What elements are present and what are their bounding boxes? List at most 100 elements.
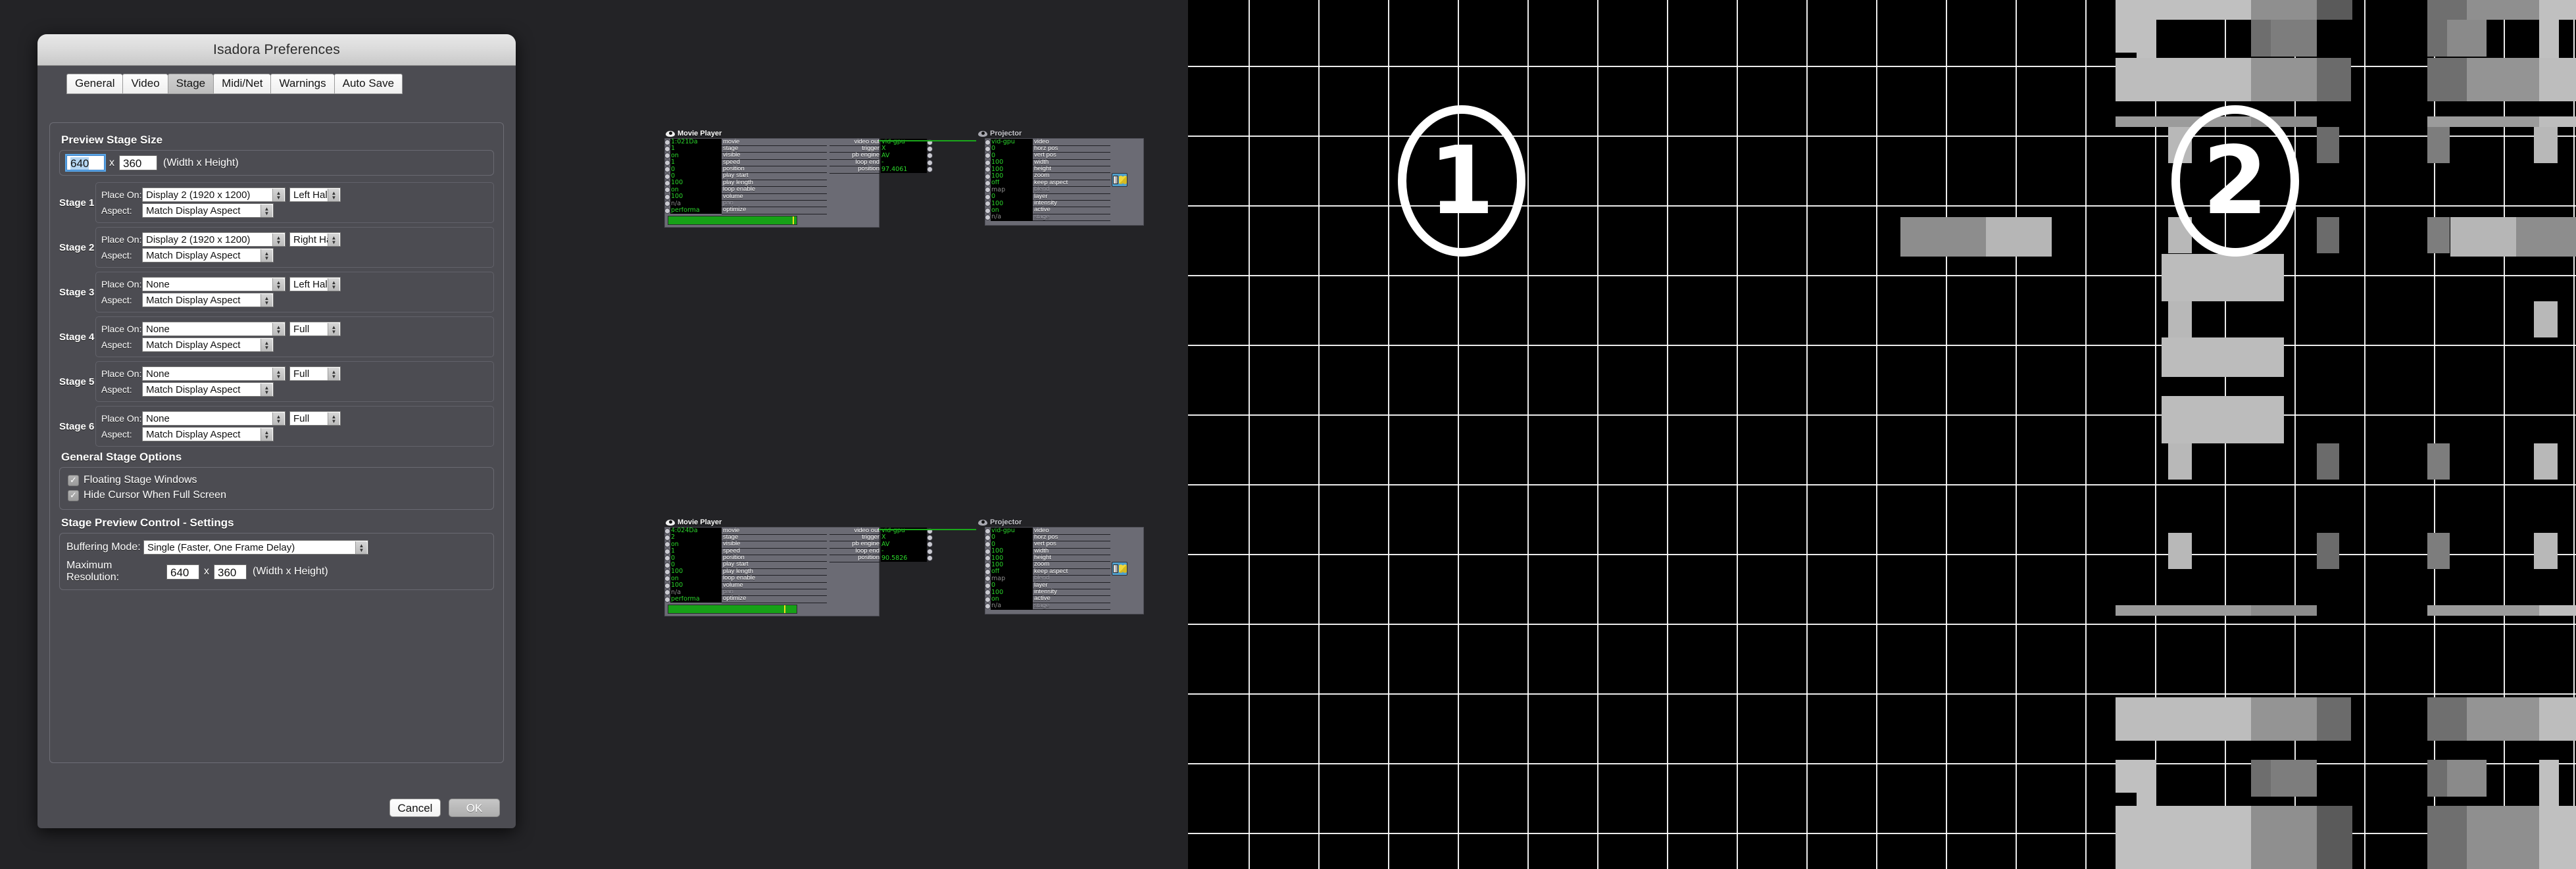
input-value[interactable]: vid-gpu	[991, 528, 1033, 535]
playhead-marker[interactable]	[793, 216, 795, 225]
stage-aspect-select[interactable]: Match Display Aspect ▲ ▼	[142, 248, 274, 262]
input-value[interactable]: 100	[991, 555, 1033, 562]
node-input-row[interactable]: 100 play length	[665, 179, 879, 187]
input-port-icon[interactable]	[665, 160, 670, 165]
input-value[interactable]: on	[670, 186, 722, 194]
node-output-row[interactable]: loop end -	[830, 159, 932, 167]
input-port-icon[interactable]	[985, 147, 990, 152]
input-port-icon[interactable]	[665, 590, 670, 595]
stage-aspect-select[interactable]: Match Display Aspect ▲ ▼	[142, 337, 274, 352]
output-port-icon[interactable]	[928, 160, 932, 165]
node-input-row[interactable]: n/a pan	[665, 588, 879, 597]
dialog-titlebar[interactable]: Isadora Preferences	[37, 34, 516, 66]
node-input-row[interactable]: 100 height	[985, 554, 1143, 562]
input-port-icon[interactable]	[665, 597, 670, 602]
input-port-icon[interactable]	[665, 549, 670, 554]
input-port-icon[interactable]	[985, 139, 990, 145]
input-value[interactable]: 0	[991, 193, 1033, 201]
eye-icon[interactable]	[666, 519, 675, 526]
tab-midi-net[interactable]: Midi/Net	[213, 74, 271, 94]
output-value[interactable]: AV	[881, 152, 927, 160]
input-port-icon[interactable]	[665, 139, 670, 145]
patch-connection-wire[interactable]	[879, 140, 976, 141]
input-port-icon[interactable]	[665, 181, 670, 186]
node-input-row[interactable]: 100 intensity	[985, 199, 1143, 208]
eye-icon[interactable]	[666, 130, 675, 137]
input-value[interactable]: on	[670, 575, 722, 583]
tab-general[interactable]: General	[66, 74, 123, 94]
input-value[interactable]: 0	[670, 555, 722, 562]
node-input-row[interactable]: on loop enable	[665, 186, 879, 194]
stage-placement-select[interactable]: Full ▲ ▼	[289, 411, 341, 426]
node-input-row[interactable]: 100 width	[985, 159, 1143, 167]
input-port-icon[interactable]	[985, 570, 990, 575]
output-port-icon[interactable]	[928, 147, 932, 152]
chevron-updown-icon[interactable]: ▲ ▼	[272, 234, 284, 246]
node-output-row[interactable]: loop end -	[830, 547, 932, 556]
input-value[interactable]: 1	[670, 548, 722, 555]
input-value[interactable]: 4:024Da	[670, 528, 722, 535]
chevron-updown-icon[interactable]: ▲ ▼	[272, 278, 284, 291]
max-resolution-height-input[interactable]: 360	[214, 564, 247, 580]
output-value[interactable]: X	[881, 145, 927, 153]
input-port-icon[interactable]	[665, 535, 670, 541]
stage-placement-select[interactable]: Left Half ▲ ▼	[289, 277, 341, 291]
input-port-icon[interactable]	[665, 576, 670, 582]
input-port-icon[interactable]	[665, 583, 670, 588]
input-port-icon[interactable]	[665, 153, 670, 159]
node-input-row[interactable]: 100 volume	[665, 193, 879, 201]
eye-icon[interactable]	[978, 130, 987, 137]
input-value[interactable]: map	[991, 186, 1033, 194]
input-port-icon[interactable]	[665, 556, 670, 561]
input-value[interactable]: 100	[991, 200, 1033, 207]
input-value[interactable]: n/a	[991, 603, 1033, 610]
input-port-icon[interactable]	[985, 187, 990, 193]
node-input-row[interactable]: vid-gpu video	[985, 527, 1143, 535]
input-value[interactable]: off	[991, 568, 1033, 576]
chevron-updown-icon[interactable]: ▲ ▼	[328, 323, 339, 335]
playback-progress-bar[interactable]	[668, 605, 797, 614]
input-value[interactable]: 100	[670, 180, 722, 187]
input-port-icon[interactable]	[985, 194, 990, 199]
node-input-row[interactable]: 0 play start	[665, 561, 879, 569]
node-output-row[interactable]: position 90.5826	[830, 554, 932, 562]
tab-auto-save[interactable]: Auto Save	[334, 74, 403, 94]
input-value[interactable]: performa	[670, 595, 722, 603]
input-value[interactable]: 2	[670, 534, 722, 541]
input-value[interactable]: n/a	[670, 589, 722, 596]
input-port-icon[interactable]	[665, 542, 670, 547]
node-input-row[interactable]: n/a stage	[985, 213, 1143, 222]
cancel-button[interactable]: Cancel	[389, 799, 441, 817]
input-value[interactable]: 100	[670, 582, 722, 589]
input-value[interactable]: n/a	[991, 214, 1033, 221]
patch-node-projector-1[interactable]: Projector vid-gpu video 0 horz pos 0 vert pos 1…	[977, 129, 1144, 226]
output-port-icon[interactable]	[928, 167, 932, 172]
stage-aspect-select[interactable]: Match Display Aspect ▲ ▼	[142, 427, 274, 441]
node-input-row[interactable]: 100 height	[985, 165, 1143, 174]
checkbox-checked-icon[interactable]: ✓	[68, 474, 79, 486]
input-value[interactable]: 100	[991, 548, 1033, 555]
chevron-updown-icon[interactable]: ▲ ▼	[260, 205, 272, 217]
output-value[interactable]: -	[881, 159, 927, 166]
stage-placement-select[interactable]: Full ▲ ▼	[289, 322, 341, 336]
input-port-icon[interactable]	[665, 570, 670, 575]
input-value[interactable]: 100	[991, 589, 1033, 596]
input-port-icon[interactable]	[665, 562, 670, 568]
stage-place-on-select[interactable]: None ▲ ▼	[142, 322, 285, 336]
input-port-icon[interactable]	[985, 576, 990, 582]
input-port-icon[interactable]	[985, 562, 990, 568]
stage-placement-select[interactable]: Full ▲ ▼	[289, 366, 341, 381]
preview-width-input[interactable]: 640	[65, 154, 106, 172]
output-value[interactable]: -	[881, 548, 927, 555]
output-port-icon[interactable]	[928, 549, 932, 554]
buffering-mode-select[interactable]: Single (Faster, One Frame Delay) ▲ ▼	[143, 540, 368, 555]
stage-placement-select[interactable]: Left Half ▲ ▼	[289, 187, 341, 202]
input-port-icon[interactable]	[985, 167, 990, 172]
stage-option-row[interactable]: ✓ Floating Stage Windows	[68, 474, 487, 486]
input-port-icon[interactable]	[985, 549, 990, 554]
chevron-updown-icon[interactable]: ▲ ▼	[355, 541, 367, 554]
node-input-row[interactable]: 0 horz pos	[985, 145, 1143, 153]
output-port-icon[interactable]	[928, 535, 932, 541]
input-value[interactable]: 100	[991, 561, 1033, 569]
input-value[interactable]: 1:021Da	[670, 139, 722, 146]
